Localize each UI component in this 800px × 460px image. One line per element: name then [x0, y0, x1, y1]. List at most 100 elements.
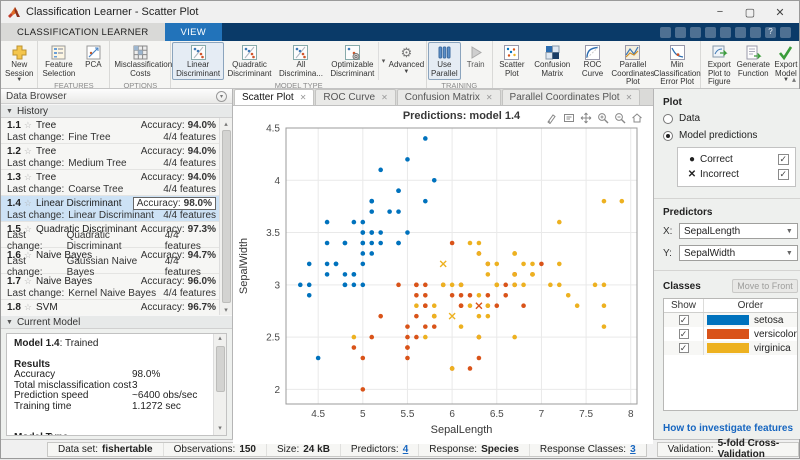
class-row-versicolor[interactable]: ✓versicolor [664, 327, 797, 341]
scroll-down-icon[interactable]: ▾ [218, 424, 222, 435]
help-icon[interactable]: ? [765, 27, 776, 38]
history-scrollbar[interactable]: ▴ ▾ [219, 118, 232, 315]
how-to-investigate-features-link[interactable]: How to investigate features [663, 423, 798, 434]
folder-icon[interactable] [750, 27, 761, 38]
radio-icon[interactable] [663, 131, 673, 141]
doc-tab-scatter-plot[interactable]: Scatter Plot✕ [234, 89, 314, 105]
favorite-star-icon[interactable]: ☆ [24, 276, 32, 287]
cut-icon[interactable] [675, 27, 686, 38]
favorite-star-icon[interactable]: ☆ [24, 302, 32, 313]
favorite-star-icon[interactable]: ☆ [24, 120, 32, 131]
toolbar-button-all-discrimina[interactable]: All Discrimina... [275, 42, 326, 80]
copy-icon[interactable] [690, 27, 701, 38]
status-link-response-classes[interactable]: 3 [630, 444, 636, 455]
doc-tab-confusion-matrix[interactable]: Confusion Matrix✕ [397, 89, 501, 105]
all-discrimina-icon [292, 44, 309, 61]
current-model-scrollbar[interactable]: ▴ ▾ [213, 334, 226, 435]
collapse-ribbon-icon[interactable]: ▴ [792, 75, 796, 84]
toolbar-button-use-parallel[interactable]: Use Parallel [428, 42, 461, 80]
paste-icon[interactable] [705, 27, 716, 38]
undo-icon[interactable] [720, 27, 731, 38]
toolbar-button-train[interactable]: Train [461, 42, 491, 80]
toolbar-button-parallel-coordinates-plot[interactable]: Parallel Coordinates Plot [611, 42, 655, 89]
pan-icon[interactable] [579, 111, 592, 124]
toolbar-button-min-classification-error-plot[interactable]: Min Classification Error Plot [655, 42, 699, 89]
classes-section-title: Classes [663, 281, 701, 292]
redo-icon[interactable] [735, 27, 746, 38]
brush-icon[interactable] [545, 111, 558, 124]
favorite-star-icon[interactable]: ☆ [24, 172, 32, 183]
toolbar-button-generate-function[interactable]: Generate Function [736, 42, 770, 89]
close-tab-icon[interactable]: ✕ [381, 93, 388, 102]
toolbar-button-pca[interactable]: PCA [78, 42, 108, 80]
radio-model-predictions[interactable]: Model predictions [663, 130, 798, 141]
scroll-down-icon[interactable]: ▾ [224, 304, 228, 315]
history-item-1.3[interactable]: 1.3☆TreeAccuracy:94.0%Last change:Coarse… [1, 170, 232, 196]
minimize-button[interactable]: − [705, 2, 735, 22]
gallery-expand-icon[interactable]: ▾ [378, 42, 388, 80]
favorite-star-icon[interactable]: ☆ [24, 198, 32, 209]
ribbon-tab-view[interactable]: VIEW [165, 23, 222, 41]
favorite-star-icon[interactable]: ☆ [24, 146, 32, 157]
close-tab-icon[interactable]: ✕ [626, 93, 633, 102]
radio-icon[interactable] [663, 114, 673, 124]
show-class-checkbox[interactable]: ✓ [679, 343, 689, 353]
toolbar-button-feature-selection[interactable]: Feature Selection [39, 42, 78, 80]
show-class-checkbox[interactable]: ✓ [679, 315, 689, 325]
min-classification-error-plot-icon [669, 44, 686, 61]
scrollbar-thumb[interactable] [216, 346, 225, 392]
ribbon-tab-strip: CLASSIFICATION LEARNER VIEW ? [1, 23, 799, 41]
history-item-1.2[interactable]: 1.2☆TreeAccuracy:94.0%Last change:Medium… [1, 144, 232, 170]
class-row-virginica[interactable]: ✓virginica [664, 341, 797, 355]
history-item-1.5[interactable]: 1.5☆Quadratic DiscriminantAccuracy:97.3%… [1, 222, 232, 248]
incorrect-checkbox[interactable]: ✓ [778, 169, 789, 180]
home-icon[interactable] [630, 111, 643, 124]
toolbar-button-scatter-plot[interactable]: Scatter Plot [494, 42, 530, 89]
zoom-in-icon[interactable] [596, 111, 609, 124]
close-button[interactable]: ✕ [765, 2, 795, 22]
status-size: Size:24 kB [267, 443, 341, 456]
x-predictor-select[interactable]: SepalLength ▼ [679, 223, 798, 239]
history-section-header[interactable]: ▼ History [1, 104, 232, 118]
history-item-1.8[interactable]: 1.8☆SVMAccuracy:96.7% [1, 300, 232, 315]
move-to-front-button[interactable]: Move to Front [732, 279, 798, 293]
show-class-checkbox[interactable]: ✓ [679, 329, 689, 339]
toolbar-button-optimizable-discriminant[interactable]: Optimizable Discriminant [327, 42, 378, 80]
close-tab-icon[interactable]: ✕ [486, 93, 493, 102]
panel-menu-icon[interactable]: ▾ [216, 91, 227, 102]
close-tab-icon[interactable]: ✕ [300, 93, 307, 102]
search-icon[interactable] [780, 27, 791, 38]
toolbar-button-export-plot-to-figure[interactable]: Export Plot to Figure [702, 42, 736, 89]
new-session-icon [11, 44, 28, 61]
scroll-up-icon[interactable]: ▴ [224, 118, 228, 129]
toolbar-button-linear-discriminant[interactable]: Linear Discriminant [172, 42, 223, 80]
history-item-1.1[interactable]: 1.1☆TreeAccuracy:94.0%Last change:Fine T… [1, 118, 232, 144]
ribbon-tab-classification-learner[interactable]: CLASSIFICATION LEARNER [1, 23, 165, 41]
maximize-button[interactable]: ▢ [735, 2, 765, 22]
status-observations: Observations:150 [164, 443, 267, 456]
y-predictor-select[interactable]: SepalWidth ▼ [679, 245, 798, 261]
toolbar-button-advanced[interactable]: ⚙Advanced▼ [388, 42, 425, 80]
toolbar-button-roc-curve[interactable]: ROC Curve [574, 42, 610, 89]
save-icon[interactable] [660, 27, 671, 38]
datatip-icon[interactable] [562, 111, 575, 124]
class-row-setosa[interactable]: ✓setosa [664, 313, 797, 327]
current-model-section-header[interactable]: ▼ Current Model [1, 315, 232, 329]
toolbar-button-confusion-matrix[interactable]: Confusion Matrix [530, 42, 574, 89]
radio-data[interactable]: Data [663, 113, 798, 124]
zoom-out-icon[interactable] [613, 111, 626, 124]
doc-tab-roc-curve[interactable]: ROC Curve✕ [315, 89, 395, 105]
status-link-predictors[interactable]: 4 [403, 444, 409, 455]
toolbar-button-misclassification-costs[interactable]: Misclassification Costs [111, 42, 169, 80]
correct-checkbox[interactable]: ✓ [778, 154, 789, 165]
toolbar-button-quadratic-discriminant[interactable]: Quadratic Discriminant [224, 42, 275, 80]
scroll-up-icon[interactable]: ▴ [218, 334, 222, 345]
correct-label: Correct [700, 154, 733, 165]
scatter-plot-svg[interactable]: 4.555.566.577.5822.533.544.5Predictions:… [233, 106, 653, 441]
toolbar-button-label: Optimizable Discriminant [330, 61, 375, 78]
scrollbar-thumb[interactable] [222, 130, 231, 303]
toolbar-button-new-session[interactable]: New Session▼ [2, 42, 36, 85]
history-item-1.4[interactable]: 1.4☆Linear DiscriminantAccuracy:98.0%Las… [1, 196, 232, 222]
doc-tab-parallel-coordinates-plot[interactable]: Parallel Coordinates Plot✕ [502, 89, 641, 105]
toolbar-button-label: Generate Function [737, 61, 770, 78]
